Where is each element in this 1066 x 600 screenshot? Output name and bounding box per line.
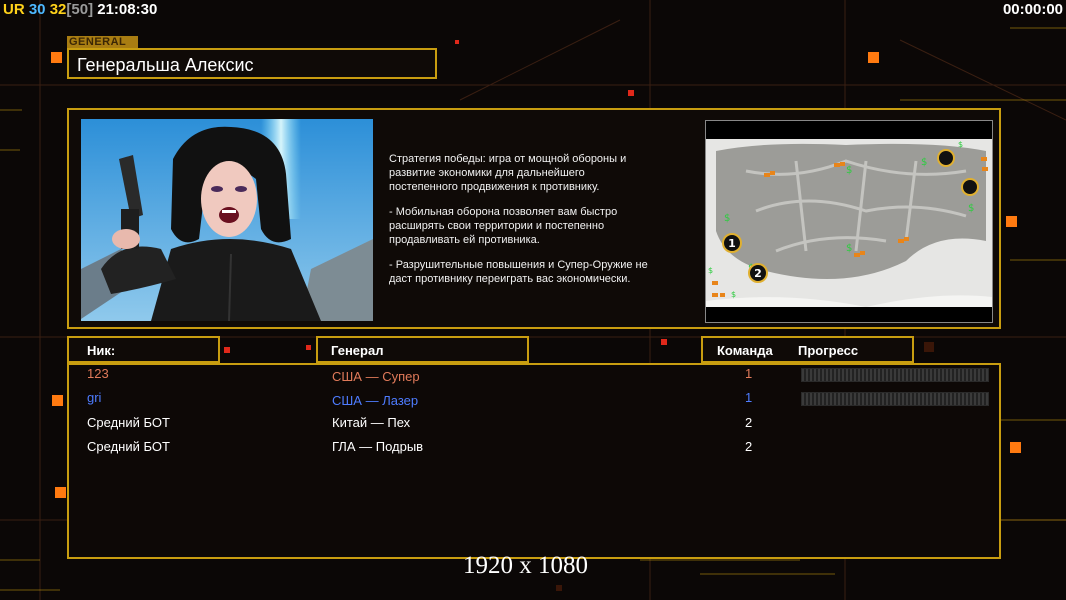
- general-info-panel: Стратегия победы: игра от мощной обороны…: [67, 108, 1001, 329]
- description-paragraph: Стратегия победы: игра от мощной обороны…: [389, 153, 627, 193]
- header-progress: Прогресс: [798, 343, 859, 358]
- svg-text:$: $: [846, 165, 852, 176]
- player-general[interactable]: США — Лазер: [332, 393, 418, 408]
- player-team[interactable]: 2: [745, 439, 752, 454]
- svg-text:$: $: [968, 203, 974, 214]
- player-team[interactable]: 1: [745, 390, 752, 405]
- minimap: $ $ $ $ $ $ $ $ $: [705, 120, 993, 323]
- hud-value-1: 30: [28, 1, 46, 18]
- table-row[interactable]: Средний БОТ ГЛА — Подрыв 2: [69, 439, 1003, 463]
- table-row[interactable]: 123 США — Супер 1: [69, 366, 1003, 390]
- description-paragraph: - Разрушительные повышения и Супер-Оружи…: [389, 259, 648, 285]
- start-position-1: 1: [728, 237, 736, 250]
- general-name: Генеральша Алексис: [77, 55, 254, 75]
- player-nick: gri: [87, 390, 102, 405]
- progress-bar: [801, 368, 989, 382]
- header-nick: Ник:: [87, 343, 116, 358]
- hud-status: UR 30 32[50] 21:08:30: [3, 1, 157, 18]
- player-nick: 123: [87, 366, 109, 381]
- player-team[interactable]: 2: [745, 415, 752, 430]
- svg-text:$: $: [708, 266, 713, 275]
- strategy-description: Стратегия победы: игра от мощной обороны…: [389, 152, 699, 297]
- svg-text:$: $: [921, 157, 927, 168]
- svg-text:$: $: [731, 290, 736, 299]
- resolution-label: 1920 x 1080: [463, 552, 588, 579]
- general-name-panel: Генеральша Алексис: [67, 48, 437, 79]
- hud-ur-label: UR: [3, 1, 25, 18]
- player-nick: Средний БОТ: [87, 439, 170, 454]
- player-general[interactable]: Китай — Пех: [332, 415, 410, 430]
- progress-bar: [801, 392, 989, 406]
- header-team: Команда: [717, 343, 773, 358]
- hud-value-3: [50]: [66, 1, 94, 18]
- hud-timer: 00:00:00: [1002, 1, 1063, 18]
- svg-text:$: $: [958, 140, 963, 149]
- player-team[interactable]: 1: [745, 366, 752, 381]
- players-list: 123 США — Супер 1 gri США — Лазер 1 Средний БО…: [67, 363, 1001, 559]
- header-general-box: Генерал: [316, 336, 529, 363]
- table-row[interactable]: Средний БОТ Китай — Пех 2: [69, 415, 1003, 439]
- hud-value-2: 32: [49, 1, 67, 18]
- svg-text:$: $: [724, 213, 730, 224]
- section-tag-general: GENERAL: [67, 36, 138, 48]
- player-general[interactable]: США — Супер: [332, 369, 420, 384]
- hud-clock: 21:08:30: [97, 1, 158, 18]
- player-general[interactable]: ГЛА — Подрыв: [332, 439, 423, 454]
- player-nick: Средний БОТ: [87, 415, 170, 430]
- general-portrait: [81, 119, 373, 321]
- header-team-progress-box: Команда Прогресс: [701, 336, 914, 363]
- table-row[interactable]: gri США — Лазер 1: [69, 390, 1003, 414]
- header-nick-box: Ник:: [67, 336, 220, 363]
- start-position-2: 2: [754, 267, 762, 280]
- header-general: Генерал: [331, 343, 384, 358]
- description-paragraph: - Мобильная оборона позволяет вам быстро…: [389, 206, 618, 246]
- svg-text:$: $: [846, 243, 852, 254]
